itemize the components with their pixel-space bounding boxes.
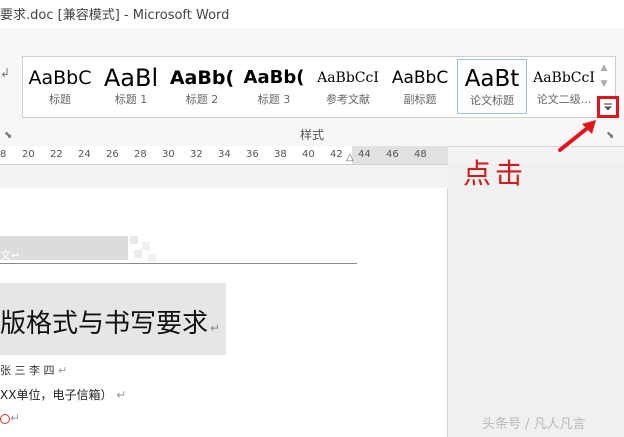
- style-sample: AaBbC: [391, 68, 449, 88]
- horizontal-rule: [0, 263, 357, 264]
- ruler-tick: 22: [50, 149, 63, 160]
- style-tile-title[interactable]: AaBbC 标题: [27, 59, 93, 114]
- style-tile-heading-3[interactable]: AaBb( 标题 3: [241, 59, 307, 114]
- style-name: 论文二级...: [536, 93, 592, 106]
- ruler-tick: 24: [78, 149, 91, 160]
- style-sample: AaBbCcI: [317, 70, 379, 86]
- style-name: 参考文献: [326, 93, 370, 106]
- ruler-tick: 42: [330, 149, 343, 160]
- ruler-tick: 28: [134, 149, 147, 160]
- pointer-arrow-icon: [558, 120, 596, 152]
- styles-dialog-launcher-icon[interactable]: ⬊: [606, 130, 614, 141]
- ruler-tick: 40: [302, 149, 315, 160]
- style-sample: AaBl: [103, 65, 159, 91]
- ruler-tick: 38: [274, 149, 287, 160]
- style-sample: AaBb(: [169, 67, 235, 89]
- gallery-scroll-up-icon[interactable]: ▲: [597, 61, 611, 75]
- ruler-tick: 44: [358, 149, 371, 160]
- style-name: 副标题: [403, 93, 437, 106]
- title-bar: 要求.doc [兼容模式] - Microsoft Word: [0, 0, 624, 28]
- style-tile-subtitle[interactable]: AaBbC 副标题: [387, 59, 453, 114]
- gallery-scroll-down-icon[interactable]: ▼: [597, 77, 611, 91]
- styles-more-button[interactable]: [597, 96, 619, 118]
- paragraph-mark: ↵: [210, 321, 221, 335]
- style-sample: AaBbCcI: [533, 70, 595, 86]
- ruler-tick: 48: [414, 149, 427, 160]
- window-title: 要求.doc [兼容模式] - Microsoft Word: [0, 8, 230, 23]
- workspace-background: [448, 164, 624, 437]
- affiliation-line[interactable]: XX单位，电子信箱） ↵: [0, 386, 126, 403]
- ruler-tick: 26: [106, 149, 119, 160]
- line-tail-text: 文↵: [0, 249, 21, 262]
- ruler-tick: 46: [386, 149, 399, 160]
- style-name: 标题: [49, 93, 71, 106]
- ruler-tick: 30: [162, 149, 175, 160]
- style-tile-heading-2[interactable]: AaBb( 标题 2: [169, 59, 235, 114]
- right-indent-marker-icon[interactable]: △: [346, 152, 354, 163]
- click-annotation: 点击: [463, 157, 528, 190]
- style-tile-references[interactable]: AaBbCcI 参考文献: [313, 59, 383, 114]
- ruler-tick: 32: [190, 149, 203, 160]
- authors-line[interactable]: 张 三 李 四 ↵: [0, 362, 67, 378]
- styles-group-label: 样式: [300, 128, 325, 142]
- ruler-tick: 34: [218, 149, 231, 160]
- style-sample: AaBt: [464, 66, 520, 92]
- format-painter-icon[interactable]: ↲: [0, 66, 10, 80]
- shading-fragment: [130, 236, 156, 262]
- style-name: 标题 1: [114, 93, 148, 106]
- ruler-tick: 36: [246, 149, 259, 160]
- style-sample: AaBbC: [28, 67, 92, 89]
- document-heading[interactable]: 版格式与书写要求 ↵: [0, 303, 220, 340]
- paragraph-mark-line[interactable]: ↵: [0, 411, 20, 425]
- circle-mark-icon: [0, 413, 10, 424]
- style-name: 标题 3: [257, 93, 291, 106]
- ruler-tick: 20: [22, 149, 35, 160]
- dropdown-more-icon: [604, 103, 612, 111]
- styles-gallery: AaBbC 标题 AaBl 标题 1 AaBb( 标题 2 AaBb( 标题 3…: [22, 56, 616, 118]
- style-tile-paper-level2[interactable]: AaBbCcI 论文二级...: [531, 59, 597, 114]
- style-name: 论文标题: [470, 94, 514, 107]
- dialog-launcher-icon[interactable]: ⬊: [4, 130, 12, 141]
- style-sample: AaBb(: [243, 67, 305, 88]
- style-tile-paper-title[interactable]: AaBt 论文标题: [457, 59, 527, 114]
- style-tile-heading-1[interactable]: AaBl 标题 1: [99, 59, 163, 114]
- style-name: 标题 2: [185, 93, 219, 106]
- watermark-text: 头条号 / 凡人凡言: [482, 417, 586, 432]
- ruler-tick: 8: [0, 149, 7, 160]
